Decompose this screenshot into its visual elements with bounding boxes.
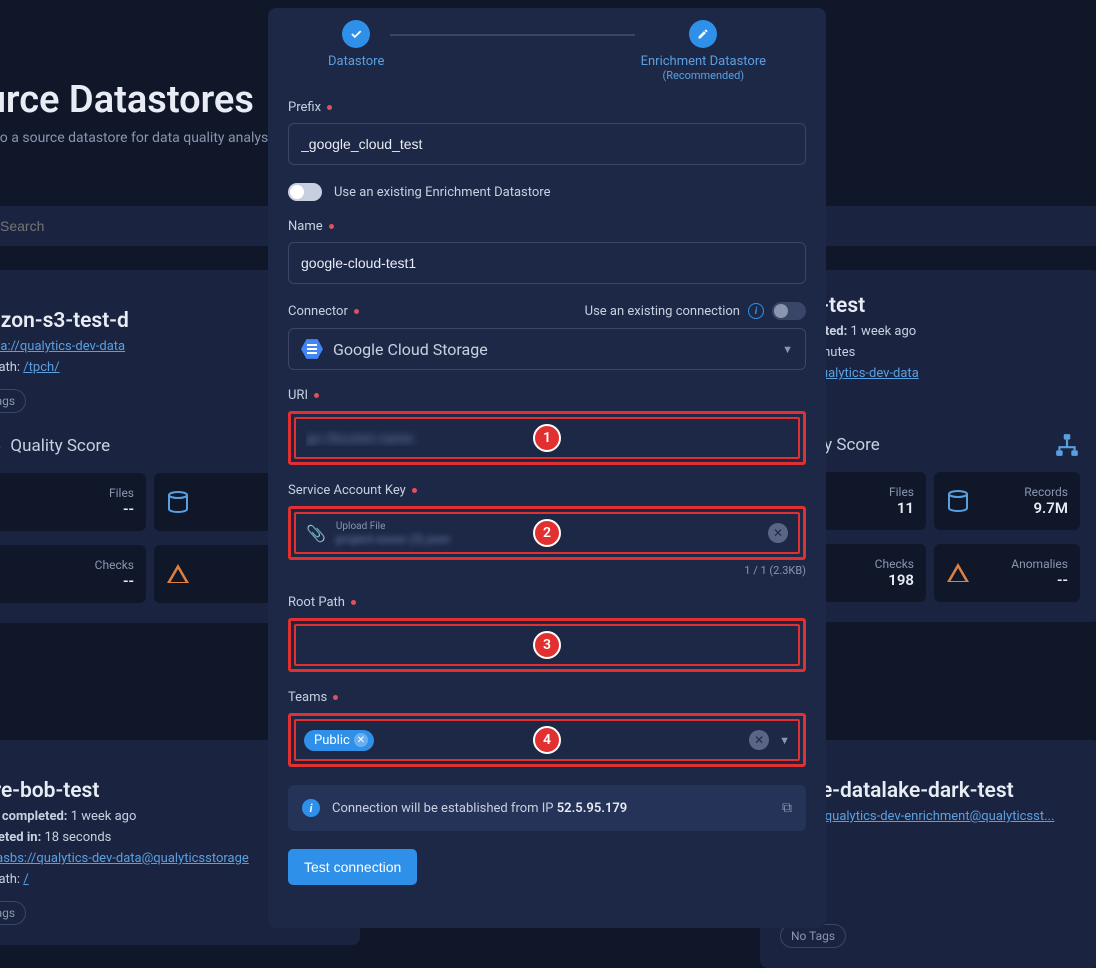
name-label: Name [288, 219, 806, 234]
database-icon [166, 490, 190, 514]
ip-text-prefix: Connection will be established from IP [332, 801, 557, 816]
highlight-sak: 📎 Upload File project-xxxxx (3).json ✕ 2 [288, 506, 806, 560]
sitemap-icon[interactable] [1054, 432, 1080, 458]
root-link[interactable]: /tpch/ [23, 360, 59, 375]
tag-pill[interactable]: No Tags [0, 389, 26, 413]
highlight-uri: 1 [288, 411, 806, 465]
stat-name: Checks [95, 558, 134, 572]
stat-checks: Checks-- [0, 545, 146, 603]
connector-value: Google Cloud Storage [333, 340, 488, 359]
page-title: Source Datastores [0, 78, 254, 122]
highlight-teams: Public ✕ ✕ ▼ 4 [288, 713, 806, 767]
step-label: Enrichment Datastore [641, 54, 766, 69]
required-icon [333, 695, 338, 700]
chevron-down-icon: ▼ [782, 343, 793, 356]
upload-file-label: Upload File [336, 521, 450, 532]
warning-icon [166, 562, 190, 586]
stat-name: Files [889, 485, 914, 499]
step-connector [390, 34, 634, 36]
required-icon [314, 393, 319, 398]
stat-files: Files-- [0, 473, 146, 531]
add-datastore-modal: Datastore Enrichment Datastore (Recommen… [268, 8, 826, 928]
remove-chip-icon[interactable]: ✕ [354, 733, 368, 747]
required-icon [354, 309, 359, 314]
prefix-label: Prefix [288, 100, 806, 115]
toggle-existing-enrichment[interactable] [288, 183, 322, 201]
annotation-badge: 2 [533, 519, 561, 547]
name-input[interactable] [288, 242, 806, 284]
pencil-icon [689, 20, 717, 48]
annotation-badge: 3 [533, 631, 561, 659]
required-icon [329, 224, 334, 229]
toggle-existing-connection[interactable] [772, 302, 806, 320]
value: 18 seconds [44, 830, 111, 845]
stat-name: Files [109, 486, 134, 500]
gcs-icon [301, 338, 323, 360]
clear-file-button[interactable]: ✕ [768, 523, 788, 543]
info-icon: i [302, 799, 320, 817]
teams-label: Teams [288, 690, 806, 705]
file-meta: 1 / 1 (2.3KB) [288, 564, 806, 577]
stat-val: -- [95, 572, 134, 590]
required-icon [412, 488, 417, 493]
required-icon [327, 105, 332, 110]
label: Profile completed: [0, 809, 67, 824]
warning-icon [946, 561, 970, 585]
upload-file-name: project-xxxxx (3).json [336, 532, 450, 546]
sak-label: Service Account Key [288, 483, 806, 498]
annotation-badge: 4 [533, 726, 561, 754]
step-datastore[interactable]: Datastore [328, 20, 384, 69]
team-chip[interactable]: Public ✕ [304, 730, 374, 751]
required-icon [351, 600, 356, 605]
stat-val: -- [1011, 571, 1068, 589]
step-sublabel: (Recommended) [662, 69, 744, 82]
database-icon [946, 489, 970, 513]
ip-banner: i Connection will be established from IP… [288, 785, 806, 831]
prefix-input[interactable] [288, 123, 806, 165]
root-link[interactable]: / [23, 872, 28, 887]
stat-name: Records [1024, 485, 1068, 499]
label: Completed in: [0, 830, 41, 845]
stat-records: Records9.7M [934, 472, 1080, 530]
quality-score-label: Quality Score [10, 436, 110, 456]
stat-val: 198 [875, 571, 914, 589]
attachment-icon: 📎 [306, 524, 326, 543]
chevron-down-icon: ▼ [779, 734, 790, 747]
ip-value: 52.5.95.179 [557, 801, 628, 816]
page-subtitle: Connect to a source datastore for data q… [0, 130, 279, 146]
stat-val: -- [109, 500, 134, 518]
highlight-root: 3 [288, 618, 806, 672]
label: Root Path: [0, 360, 23, 375]
toggle-label: Use an existing Enrichment Datastore [334, 185, 550, 200]
clear-teams-button[interactable]: ✕ [749, 730, 769, 750]
stat-val: 11 [889, 499, 914, 517]
copy-icon[interactable]: ⧉ [782, 800, 792, 816]
chip-label: Public [314, 733, 350, 748]
connector-label: Connector [288, 304, 359, 319]
stat-val: 9.7M [1024, 499, 1068, 517]
info-icon[interactable]: i [748, 303, 764, 319]
existing-conn-label: Use an existing connection [585, 304, 740, 319]
step-enrichment[interactable]: Enrichment Datastore (Recommended) [641, 20, 766, 82]
label: Root Path: [0, 872, 23, 887]
stat-name: Checks [875, 557, 914, 571]
value: 1 week ago [71, 809, 137, 824]
tag-pill[interactable]: No Tags [0, 901, 26, 925]
uri-link[interactable]: s3a://qualytics-dev-data [0, 339, 125, 354]
annotation-badge: 1 [533, 424, 561, 452]
step-label: Datastore [328, 54, 384, 69]
root-label: Root Path [288, 595, 806, 610]
uri-link[interactable]: wasbs://qualytics-dev-data@qualyticsstor… [0, 851, 249, 866]
uri-label: URI [288, 388, 806, 403]
check-icon [342, 20, 370, 48]
stat-name: Anomalies [1011, 557, 1068, 571]
test-connection-button[interactable]: Test connection [288, 849, 417, 885]
stat-anomalies: Anomalies-- [934, 544, 1080, 602]
connector-select[interactable]: Google Cloud Storage ▼ [288, 328, 806, 370]
stepper: Datastore Enrichment Datastore (Recommen… [288, 20, 806, 82]
value: 1 week ago [851, 324, 917, 339]
